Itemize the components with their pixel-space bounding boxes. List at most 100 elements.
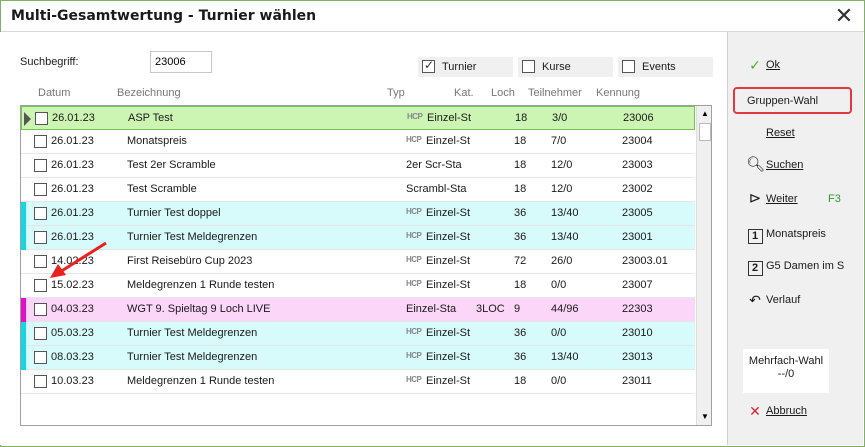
cell-datum: 26.01.23 (51, 207, 94, 219)
table-row[interactable]: 15.02.23 Meldegrenzen 1 Runde testen HCP… (21, 274, 695, 298)
cell-loch: 18 (514, 183, 527, 195)
col-datum[interactable]: Datum (38, 87, 70, 99)
filter-kurse[interactable]: Kurse (518, 57, 613, 77)
table-row[interactable]: 26.01.23 Test Scramble Scrambl-Sta 18 12… (21, 178, 695, 202)
row-marker (21, 322, 26, 346)
filter-turnier-label: Turnier (442, 61, 477, 73)
cell-loch: 36 (514, 207, 527, 219)
cell-typ: Einzel-St (427, 112, 472, 124)
row-checkbox[interactable] (34, 351, 47, 364)
number-1-icon: 1 (746, 225, 764, 244)
filter-events-checkbox[interactable] (622, 60, 635, 73)
row-checkbox[interactable] (34, 159, 47, 172)
scroll-down-icon[interactable]: ▼ (699, 411, 711, 423)
cell-teilnehmer: 0/0 (551, 279, 567, 291)
x-icon: ✕ (749, 403, 761, 419)
cell-kennung: 23005 (622, 207, 653, 219)
cell-bezeichnung: Turnier Test Meldegrenzen (127, 231, 258, 243)
filter-turnier[interactable]: Turnier (418, 57, 513, 77)
col-typ[interactable]: Typ (387, 87, 405, 99)
cell-teilnehmer: 0/0 (551, 327, 567, 339)
col-loch[interactable]: Loch (491, 87, 515, 99)
table-row[interactable]: 26.01.23 Turnier Test doppel HCP Einzel-… (21, 202, 695, 226)
table-row[interactable]: 26.01.23 Turnier Test Meldegrenzen HCP E… (21, 226, 695, 250)
gruppen-wahl-button[interactable]: Gruppen-Wahl (733, 87, 852, 114)
cell-typ: Einzel-St (426, 255, 471, 267)
grid-header: Datum Bezeichnung Typ Kat. Loch Teilnehm… (20, 87, 712, 105)
table-row[interactable]: 04.03.23 WGT 9. Spieltag 9 Loch LIVE Ein… (21, 298, 695, 322)
weiter-label: Weiter (766, 193, 798, 205)
hcp-icon: HCP (406, 279, 422, 288)
cell-bezeichnung: Monatspreis (127, 135, 187, 147)
cell-datum: 08.03.23 (51, 351, 94, 363)
table-row[interactable]: 26.01.23 Test 2er Scramble 2er Scr-Sta 1… (21, 154, 695, 178)
cell-loch: 9 (514, 303, 521, 315)
hcp-icon: HCP (406, 327, 422, 336)
weiter-button[interactable]: ⊳ Weiter F3 (746, 190, 846, 210)
cell-kennung: 23003.01 (622, 255, 668, 267)
cell-datum: 15.02.23 (51, 279, 94, 291)
cell-teilnehmer: 7/0 (551, 135, 567, 147)
table-row[interactable]: 05.03.23 Turnier Test Meldegrenzen HCP E… (21, 322, 695, 346)
row-marker (21, 226, 26, 250)
filter-events[interactable]: Events (618, 57, 713, 77)
cell-datum: 10.03.23 (51, 375, 94, 387)
search-input[interactable] (150, 51, 212, 73)
g5-damen-button[interactable]: 2 G5 Damen im S (746, 257, 844, 277)
filter-turnier-checkbox[interactable] (422, 58, 435, 73)
scroll-up-icon[interactable]: ▲ (699, 108, 711, 120)
table-row[interactable]: 26.01.23 ASP Test HCP Einzel-St 18 3/0 2… (21, 106, 695, 130)
cell-loch: 72 (514, 255, 527, 267)
main-panel: Suchbegriff: Turnier Kurse Events Datum … (0, 32, 727, 445)
vertical-scrollbar[interactable]: ▲ ▼ (696, 106, 711, 425)
cell-kennung: 22303 (622, 303, 653, 315)
cell-kennung: 23011 (622, 375, 652, 387)
row-checkbox[interactable] (34, 207, 47, 220)
cell-kat: 3LOC (476, 303, 505, 315)
number-2-icon: 2 (746, 257, 764, 276)
hcp-icon: HCP (406, 351, 422, 360)
suchen-label: Suchen (766, 159, 804, 171)
table-row[interactable]: 08.03.23 Turnier Test Meldegrenzen HCP E… (21, 346, 695, 370)
cell-bezeichnung: Test 2er Scramble (127, 159, 216, 171)
cell-datum: 26.01.23 (51, 135, 94, 147)
cell-typ: Einzel-St (426, 327, 471, 339)
row-checkbox[interactable] (34, 183, 47, 196)
col-kennung[interactable]: Kennung (596, 87, 640, 99)
row-checkbox[interactable] (35, 112, 48, 125)
row-checkbox[interactable] (34, 231, 47, 244)
cell-bezeichnung: Test Scramble (127, 183, 197, 195)
col-bezeichnung[interactable]: Bezeichnung (117, 87, 181, 99)
cell-bezeichnung: Meldegrenzen 1 Runde testen (127, 279, 275, 291)
cell-bezeichnung: WGT 9. Spieltag 9 Loch LIVE (127, 303, 271, 315)
checkmark-icon: ✓ (749, 57, 761, 73)
row-checkbox[interactable] (34, 135, 47, 148)
cell-bezeichnung: ASP Test (128, 112, 173, 124)
circle-arrow-right-icon: ⊳ (748, 190, 762, 207)
row-checkbox[interactable] (34, 255, 47, 268)
scroll-thumb[interactable] (699, 123, 711, 141)
cell-teilnehmer: 26/0 (551, 255, 573, 267)
cell-teilnehmer: 0/0 (551, 375, 567, 387)
row-checkbox[interactable] (34, 327, 47, 340)
cell-teilnehmer: 3/0 (552, 112, 568, 124)
table-row[interactable]: 26.01.23 Monatspreis HCP Einzel-St 18 7/… (21, 130, 695, 154)
filter-kurse-checkbox[interactable] (522, 60, 535, 73)
cell-kennung: 23003 (622, 159, 653, 171)
hcp-icon: HCP (406, 255, 422, 264)
table-row[interactable]: 10.03.23 Meldegrenzen 1 Runde testen HCP… (21, 370, 695, 394)
col-teilnehmer[interactable]: Teilnehmer (528, 87, 582, 99)
reset-label: Reset (766, 127, 795, 139)
row-checkbox[interactable] (34, 375, 47, 388)
window-title: Multi-Gesamtwertung - Turnier wählen (11, 8, 317, 24)
row-marker (21, 202, 26, 226)
table-row[interactable]: 14.02.23 First Reisebüro Cup 2023 HCP Ei… (21, 250, 695, 274)
row-checkbox[interactable] (34, 303, 47, 316)
row-checkbox[interactable] (34, 279, 47, 292)
search-label: Suchbegriff: (20, 56, 79, 68)
mehrfach-value: --/0 (777, 368, 795, 380)
cell-bezeichnung: Turnier Test Meldegrenzen (127, 327, 258, 339)
cell-bezeichnung: First Reisebüro Cup 2023 (127, 255, 253, 267)
close-icon[interactable]: ✕ (832, 4, 856, 28)
col-kat[interactable]: Kat. (454, 87, 474, 99)
